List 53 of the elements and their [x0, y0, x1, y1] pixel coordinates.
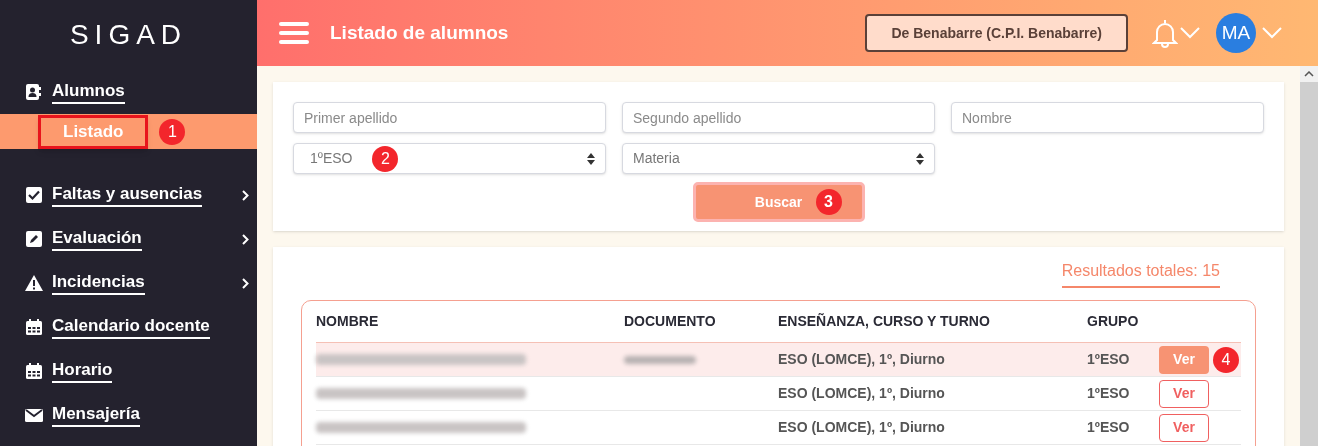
- table-cell-text: ESO (LOMCE), 1º, Diurno: [778, 350, 946, 369]
- bell-icon[interactable]: [1152, 18, 1178, 48]
- warning-icon: [25, 274, 43, 292]
- table-row[interactable]: ESO (LOMCE), 1º, Diurno 1ºESO Ver: [316, 411, 1241, 445]
- chevron-down-icon[interactable]: [1180, 27, 1200, 39]
- column-header: NOMBRE: [316, 312, 380, 331]
- school-selector-button[interactable]: De Benabarre (C.P.I. Benabarre): [865, 14, 1128, 52]
- calendar-icon: [25, 362, 43, 380]
- table-row[interactable]: ESO (LOMCE), 1º, Diurno 1ºESO Ver 4: [316, 343, 1241, 377]
- input-field[interactable]: Primer apellido: [293, 102, 606, 133]
- input-field[interactable]: Nombre: [951, 102, 1264, 133]
- checkbox-icon: [25, 186, 43, 204]
- sidebar-item[interactable]: Incidencias: [52, 271, 145, 295]
- sidebar-item[interactable]: Faltas y ausencias: [52, 183, 203, 207]
- sidebar-item[interactable]: Calendario docente: [52, 315, 210, 339]
- chevron-right-icon[interactable]: [242, 277, 249, 289]
- chevron-right-icon[interactable]: [242, 233, 249, 245]
- sidebar-item[interactable]: Alumnos: [52, 80, 125, 104]
- column-header: ENSEÑANZA, CURSO Y TURNO: [778, 312, 991, 331]
- scroll-up-icon[interactable]: [1304, 71, 1314, 77]
- page-title: Listado de alumnos: [330, 20, 509, 45]
- sort-arrows-icon: [916, 152, 924, 165]
- mail-icon: [25, 406, 43, 424]
- scrollbar[interactable]: [1300, 66, 1318, 446]
- input-field[interactable]: Segundo apellido: [622, 102, 935, 133]
- sidebar-item[interactable]: Horario: [52, 359, 113, 383]
- callout-badge: 4: [1213, 346, 1239, 373]
- table-cell-text: ESO (LOMCE), 1º, Diurno: [778, 418, 946, 437]
- callout-badge: 1: [159, 118, 186, 145]
- table-cell-text: ESO (LOMCE), 1º, Diurno: [778, 384, 946, 403]
- table-cell-text: 1ºESO: [1087, 418, 1131, 437]
- chevron-right-icon[interactable]: [242, 189, 249, 201]
- column-header: GRUPO: [1087, 312, 1140, 331]
- table-cell-text: 1ºESO: [1087, 384, 1131, 403]
- sort-arrows-icon: [587, 152, 595, 165]
- sidebar-item[interactable]: Mensajería: [52, 403, 140, 427]
- table-cell-text: 1ºESO: [1087, 350, 1131, 369]
- results-total: Resultados totales: 15: [1061, 259, 1220, 288]
- calendar-icon: [25, 318, 43, 336]
- callout-badge: 2: [372, 145, 399, 172]
- chevron-down-icon[interactable]: [1262, 27, 1282, 39]
- sidebar-item[interactable]: Evaluación: [52, 227, 142, 251]
- select-field[interactable]: 1ºESO 2: [293, 143, 606, 174]
- avatar[interactable]: MA: [1216, 13, 1256, 53]
- search-button[interactable]: Buscar 3: [692, 182, 865, 222]
- edit-icon: [25, 230, 43, 248]
- logo-text: SIGAD: [69, 18, 188, 52]
- menu-icon[interactable]: [279, 21, 309, 45]
- column-header: DOCUMENTO: [624, 312, 717, 331]
- select-field[interactable]: Materia: [622, 143, 935, 174]
- contact-card-icon: [25, 83, 43, 101]
- callout-badge: 3: [815, 189, 842, 215]
- table-row[interactable]: ESO (LOMCE), 1º, Diurno 1ºESO Ver: [316, 377, 1241, 411]
